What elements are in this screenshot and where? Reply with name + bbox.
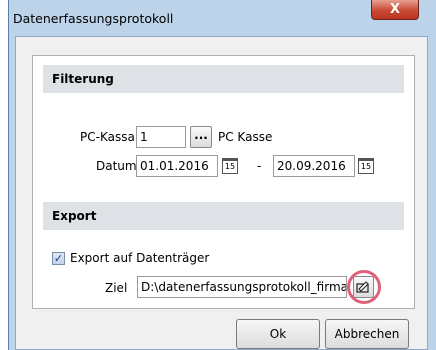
title-bar[interactable]: Datenerfassungsprotokoll X	[9, 0, 436, 36]
pc-kassa-browse-button[interactable]: ...	[190, 126, 212, 148]
close-icon: X	[389, 2, 401, 17]
calendar-icon[interactable]: 15	[358, 158, 374, 174]
export-checkbox[interactable]: ✓	[52, 252, 65, 265]
ziel-path-input[interactable]: D:\datenerfassungsprotokoll_firma	[137, 276, 347, 298]
ok-button[interactable]: Ok	[236, 319, 320, 349]
dialog-client-area: Filterung PC-Kassa 1 ... PC Kasse Datum …	[15, 36, 428, 350]
browse-icon: ...	[194, 128, 208, 142]
pc-kassa-label: PC-Kassa	[80, 130, 135, 144]
dialog-window: Datenerfassungsprotokoll X Filterung PC-…	[8, 0, 436, 350]
ziel-label: Ziel	[105, 281, 128, 295]
checkmark-icon: ✓	[53, 252, 64, 265]
pc-kassa-input[interactable]: 1	[136, 126, 186, 148]
close-button[interactable]: X	[371, 0, 419, 20]
settings-panel: Filterung PC-Kassa 1 ... PC Kasse Datum …	[32, 55, 415, 309]
export-header: Export	[43, 202, 404, 230]
export-checkbox-label: Export auf Datenträger	[70, 251, 210, 265]
pc-kassa-name: PC Kasse	[218, 130, 273, 144]
window-title: Datenerfassungsprotokoll	[13, 11, 174, 26]
cancel-button[interactable]: Abbrechen	[325, 319, 409, 349]
datum-label: Datum	[96, 159, 137, 173]
date-separator: -	[257, 159, 262, 173]
date-from-input[interactable]: 01.01.2016	[136, 155, 218, 177]
filterung-header: Filterung	[43, 65, 404, 93]
calendar-icon[interactable]: 15	[222, 158, 238, 174]
date-to-input[interactable]: 20.09.2016	[273, 155, 355, 177]
folder-edit-icon	[356, 281, 369, 293]
browse-folder-button[interactable]	[353, 276, 374, 298]
